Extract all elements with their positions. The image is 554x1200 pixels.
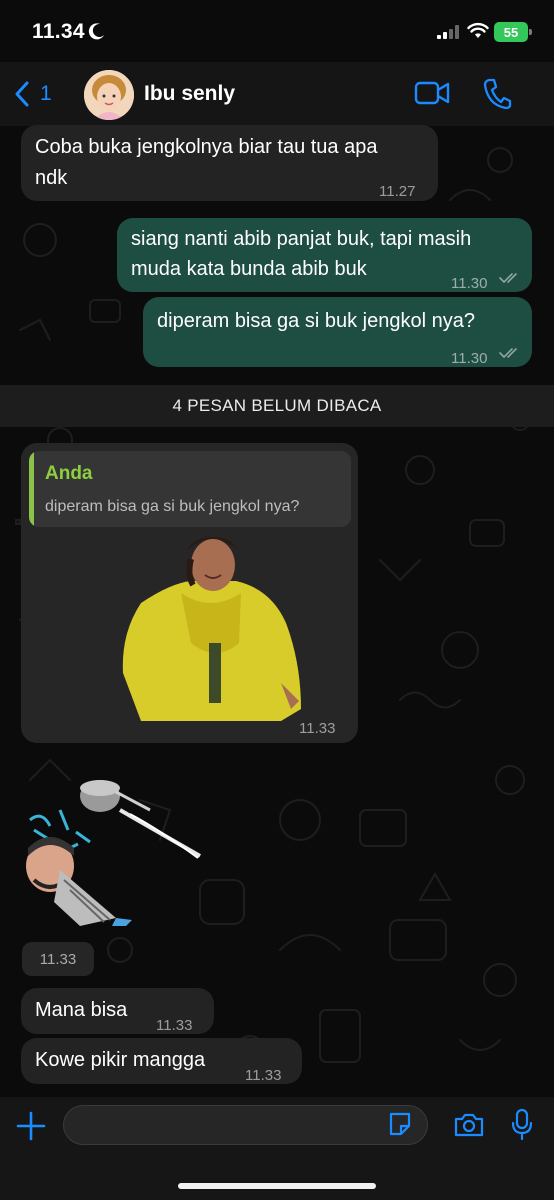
- message-text-line: siang nanti abib panjat buk, tapi masih: [131, 228, 472, 250]
- message-bubble-incoming[interactable]: Mana bisa 11.33: [21, 988, 214, 1034]
- battery-cap: [529, 29, 532, 35]
- moon-icon: [88, 23, 104, 40]
- quote-text: diperam bisa ga si buk jengkol nya?: [45, 498, 300, 515]
- back-button[interactable]: 1: [14, 76, 52, 112]
- status-time: 11.34: [32, 20, 85, 43]
- message-time: 11.30: [451, 350, 488, 367]
- microphone-icon[interactable]: [510, 1108, 534, 1142]
- message-time: 11.30: [451, 275, 488, 292]
- message-text: Kowe pikir mangga: [35, 1049, 206, 1071]
- message-time: 11.27: [379, 183, 416, 200]
- quote-author: Anda: [45, 463, 93, 484]
- message-bubble-incoming[interactable]: Kowe pikir mangga 11.33: [21, 1038, 302, 1084]
- battery-indicator: 55: [494, 22, 532, 42]
- read-ticks-icon: [499, 273, 517, 284]
- quoted-message[interactable]: Anda diperam bisa ga si buk jengkol nya?: [29, 451, 351, 527]
- message-time: 11.33: [245, 1067, 282, 1084]
- message-text-line: muda kata bunda abib buk: [131, 258, 367, 280]
- status-bar: 11.34 55: [0, 0, 554, 62]
- battery-level: 55: [494, 22, 528, 42]
- camera-icon[interactable]: [453, 1112, 485, 1138]
- signal-icon: [437, 25, 459, 39]
- wifi-icon: [467, 22, 489, 38]
- unread-count: 1: [40, 82, 52, 105]
- contact-name[interactable]: Ibu senly: [144, 82, 235, 106]
- phone-icon[interactable]: [482, 77, 512, 109]
- message-time: 11.33: [299, 720, 336, 737]
- message-input[interactable]: [63, 1105, 428, 1145]
- message-text: Mana bisa: [35, 999, 128, 1021]
- read-ticks-icon: [499, 348, 517, 359]
- quote-bar: [29, 451, 34, 527]
- message-time: 11.33: [156, 1017, 193, 1034]
- avatar[interactable]: [84, 70, 134, 120]
- unread-messages-banner: 4 PESAN BELUM DIBACA: [0, 385, 554, 427]
- avatar-image: [84, 70, 134, 120]
- message-bubble-incoming[interactable]: Coba buka jengkolnya biar tau tua apa nd…: [21, 125, 438, 201]
- message-bubble-outgoing[interactable]: siang nanti abib panjat buk, tapi masih …: [117, 218, 532, 292]
- sticker-time-chip: 11.33: [22, 942, 94, 976]
- message-bubble-outgoing[interactable]: diperam bisa ga si buk jengkol nya? 11.3…: [143, 297, 532, 367]
- plus-icon[interactable]: [16, 1111, 46, 1141]
- video-call-icon[interactable]: [414, 80, 450, 106]
- message-text-line: diperam bisa ga si buk jengkol nya?: [157, 310, 475, 332]
- sticker-image: [122, 537, 302, 721]
- reply-sticker-message[interactable]: Anda diperam bisa ga si buk jengkol nya?…: [21, 443, 358, 743]
- home-indicator[interactable]: [178, 1183, 376, 1189]
- chat-header: 1 Ibu senly: [0, 62, 554, 126]
- message-text-line: ndk: [35, 167, 68, 189]
- sticker-icon[interactable]: [388, 1111, 412, 1137]
- chevron-left-icon: [15, 81, 29, 107]
- message-text-line: Coba buka jengkolnya biar tau tua apa: [35, 136, 378, 158]
- sticker-image[interactable]: [20, 770, 210, 930]
